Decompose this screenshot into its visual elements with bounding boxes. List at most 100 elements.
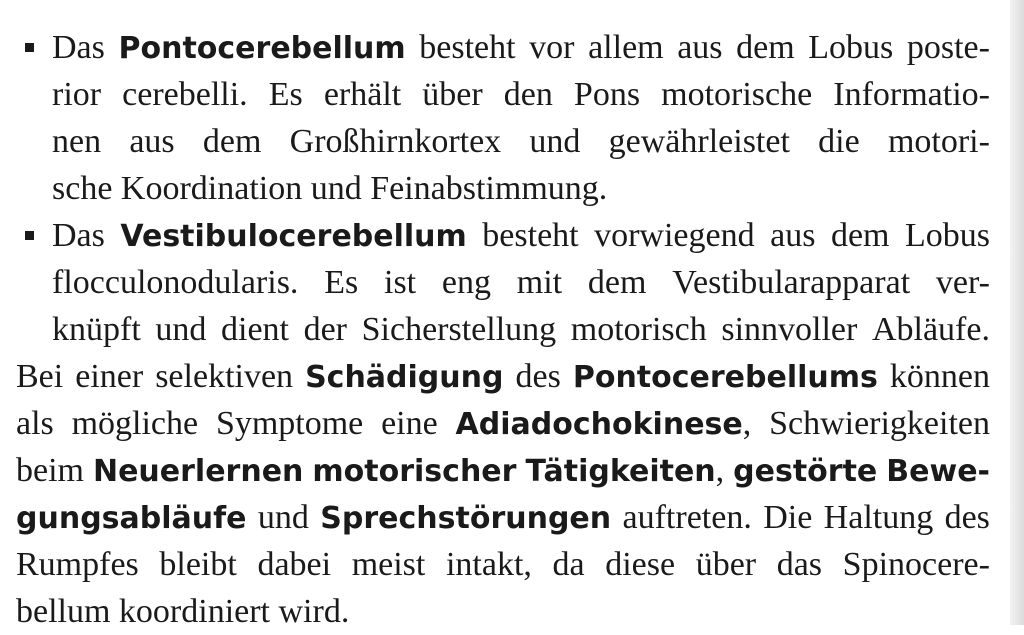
word: eng [441, 264, 491, 301]
bold-term: gungsabläufe [16, 501, 247, 536]
word: Spinocere- [842, 546, 990, 583]
word: Das [52, 29, 105, 66]
word: einer [75, 358, 144, 395]
document-page: Das Pontocerebellum besteht vor allem au… [0, 0, 1024, 630]
word: Vestibularapparat [672, 264, 911, 301]
word: Informatio- [833, 76, 990, 113]
word: ist [384, 264, 417, 301]
bullet-1-line-4: sche Koordination und Feinabstimmung. [52, 165, 607, 212]
word: Es [268, 76, 303, 113]
word: cerebelli. [122, 76, 248, 113]
paragraph-line-6: bellum koordiniert wird. [16, 588, 349, 635]
word: den [503, 76, 553, 113]
word: besteht [419, 29, 516, 66]
word: motori- [887, 123, 990, 160]
paragraph-line-1: Bei einer selektiven Schädigung des Pont… [16, 353, 990, 400]
bold-term: Adiadochokinese [455, 407, 743, 442]
word: nen [52, 123, 102, 160]
word: können [889, 358, 990, 395]
bullet-2-line-2: flocculonodularis. Es ist eng mit dem Ve… [52, 259, 990, 306]
bold-term: Tätigkeiten [525, 454, 716, 489]
word: dem [830, 217, 890, 254]
word: Schwierigkeiten [769, 405, 990, 442]
bold-term: Sprechstörungen [320, 501, 612, 536]
word: flocculonodularis. [52, 264, 299, 301]
paragraph-line-4: gungsabläufe und Sprechstörungen auftret… [16, 494, 990, 541]
word: gewährleistet [608, 123, 790, 160]
word: dem [736, 29, 795, 66]
paragraph-line-2: als mögliche Symptome eine Adiadochokine… [16, 400, 990, 447]
bold-term: Neuerlernen [92, 454, 304, 489]
word: knüpft [52, 311, 141, 348]
word: sche Koordination und Feinabstimmung. [52, 170, 608, 207]
paragraph-line-3: beim Neuerlernen motorischer Tätigkeiten… [16, 447, 990, 494]
word: meist [351, 546, 426, 583]
word: diese [605, 546, 676, 583]
word: motorische [661, 76, 813, 113]
word: dient [221, 311, 289, 348]
bullet-marker [25, 231, 34, 240]
word: rior [52, 76, 102, 113]
word: intakt, [445, 546, 532, 583]
word: allem [588, 29, 664, 66]
word: über [422, 76, 483, 113]
bold-term: Pontocerebellum [118, 31, 406, 66]
page-edge-shadow [1010, 0, 1024, 625]
word: Das [52, 217, 105, 254]
word: mit [516, 264, 563, 301]
word: als [16, 405, 54, 442]
word: dem [587, 264, 647, 301]
word: Pons [573, 76, 641, 113]
bold-term: Pontocerebellums [572, 360, 878, 395]
word: ver- [935, 264, 990, 301]
word: aus [770, 217, 816, 254]
word: Die [763, 499, 813, 536]
word: über [695, 546, 757, 583]
word: Sicherstellung [361, 311, 557, 348]
word: beim [16, 452, 84, 489]
word: und [529, 123, 581, 160]
bold-term: Vestibulocerebellum [120, 219, 467, 254]
bullet-2-line-3: knüpft und dient der Sicherstellung moto… [52, 306, 990, 353]
bullet-2-line-1: Das Vestibulocerebellum besteht vorwiege… [52, 212, 990, 259]
word: Abläufe. [871, 311, 990, 348]
word: auftreten. [622, 499, 752, 536]
word: bleibt [159, 546, 237, 583]
word: vorwiegend [594, 217, 755, 254]
bold-term-with-comma: Tätigkeiten, [525, 452, 725, 489]
word: die [818, 123, 860, 160]
word: mögliche [71, 405, 199, 442]
word: eine [381, 405, 438, 442]
word: der [303, 311, 348, 348]
bullet-1-line-3: nen aus dem Großhirnkortex und gewährlei… [52, 118, 990, 165]
word: aus [129, 123, 175, 160]
word: vor [529, 29, 575, 66]
word: und [155, 311, 207, 348]
word: Symptome [215, 405, 364, 442]
word: Lobus [808, 29, 894, 66]
word: dabei [257, 546, 332, 583]
word: Rumpfes [16, 546, 139, 583]
word: sinnvoller [721, 311, 858, 348]
paragraph-line-5: Rumpfes bleibt dabei meist intakt, da di… [16, 541, 990, 588]
bullet-1-line-2: rior cerebelli. Es erhält über den Pons … [52, 71, 990, 118]
word: bellum koordiniert wird. [16, 593, 350, 630]
word: des [515, 358, 561, 395]
word: Großhirnkortex [289, 123, 502, 160]
bullet-marker [25, 43, 34, 52]
bold-term: Bewe- [886, 454, 990, 489]
word: das [776, 546, 823, 583]
word: poste- [906, 29, 990, 66]
word: Lobus [905, 217, 990, 254]
bullet-1-line-1: Das Pontocerebellum besteht vor allem au… [52, 24, 990, 71]
word: besteht [482, 217, 579, 254]
word: und [257, 499, 309, 536]
word: motorisch [570, 311, 707, 348]
word: des [944, 499, 990, 536]
word: Es [324, 264, 359, 301]
word: aus [677, 29, 723, 66]
bold-term-with-comma: Adiadochokinese, [455, 405, 752, 442]
word: selektiven [155, 358, 294, 395]
word: Bei [16, 358, 64, 395]
bold-term: motorischer [312, 454, 517, 489]
